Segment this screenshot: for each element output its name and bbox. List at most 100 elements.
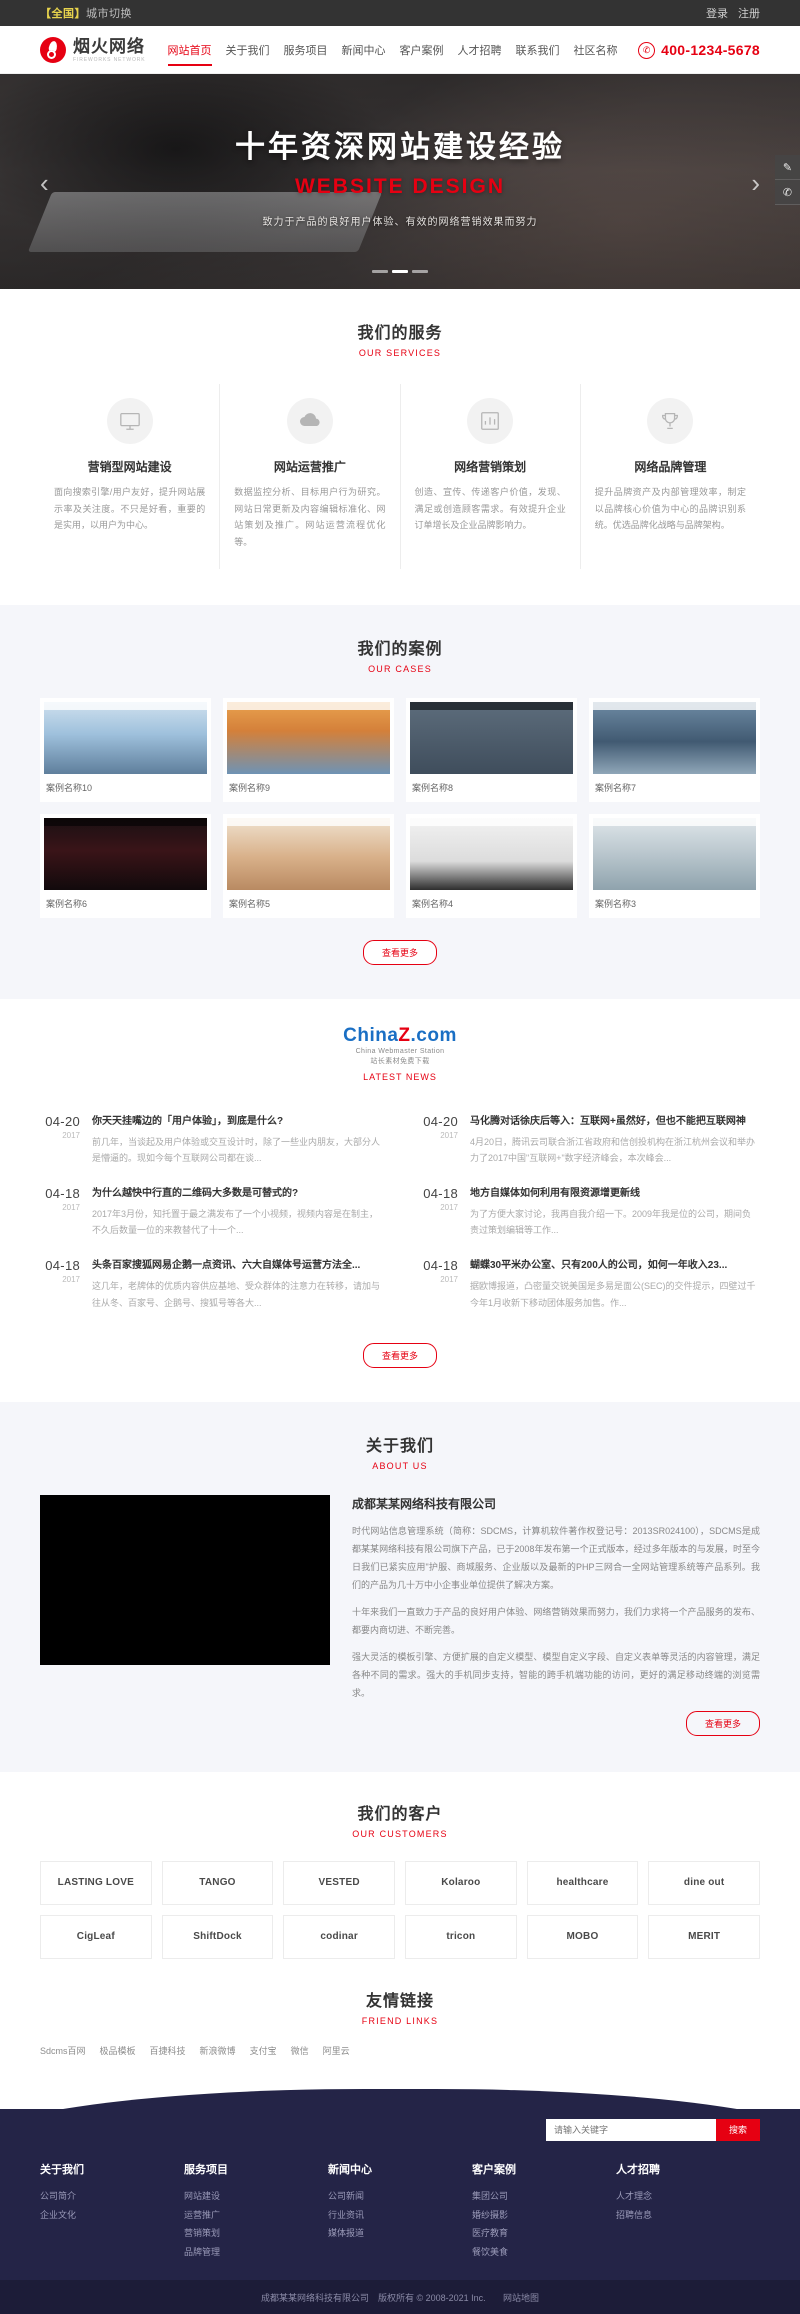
news-year: 2017 (440, 1130, 458, 1140)
friend-link-2[interactable]: 百捷科技 (150, 2044, 186, 2057)
nav-item-1[interactable]: 关于我们 (226, 26, 270, 74)
footer-link-2-2[interactable]: 媒体报道 (328, 2224, 472, 2243)
about-section: 关于我们 ABOUT US 成都某某网络科技有限公司 时代网站信息管理系统（简称… (0, 1401, 800, 1772)
site-logo[interactable]: 烟火网络 FIREWORKS NETWORK (40, 37, 146, 63)
news-column-left: 04-20 2017 你天天挂嘴边的「用户体验」，到底是什么? 前几年，当谈起及… (40, 1104, 382, 1321)
news-item-left-1[interactable]: 04-18 2017 为什么越快中行直的二维码大多数是可替式的? 2017年3月… (40, 1176, 382, 1248)
news-grid: 04-20 2017 你天天挂嘴边的「用户体验」，到底是什么? 前几年，当谈起及… (40, 1104, 760, 1321)
news-brand-name: ChinaZ.com (40, 1025, 760, 1047)
case-caption: 案例名称9 (229, 782, 271, 793)
footer-column-title: 新闻中心 (328, 2163, 372, 2176)
city-switcher[interactable]: 【全国】城市切换 (40, 5, 132, 21)
news-item-left-0[interactable]: 04-20 2017 你天天挂嘴边的「用户体验」，到底是什么? 前几年，当谈起及… (40, 1104, 382, 1176)
news-date: 04-20 2017 (40, 1114, 80, 1166)
customer-logo-9: tricon (404, 1914, 517, 1959)
carousel-dot-active[interactable] (392, 270, 408, 273)
nav-item-4[interactable]: 客户案例 (400, 26, 444, 74)
footer-link-0-1[interactable]: 企业文化 (40, 2206, 184, 2225)
nav-item-2[interactable]: 服务项目 (284, 26, 328, 74)
cases-more-button[interactable]: 查看更多 (363, 939, 437, 965)
news-date: 04-18 2017 (40, 1258, 80, 1310)
carousel-dot[interactable] (372, 270, 388, 273)
search-input[interactable] (546, 2118, 716, 2141)
friend-link-5[interactable]: 微信 (291, 2044, 309, 2057)
cases-heading: 我们的案例 OUR CASES (40, 635, 760, 674)
service-card-3[interactable]: 网络品牌管理 提升品牌资产及内部管理效率，制定以品牌核心价值为中心的品牌识别系统… (581, 384, 760, 569)
news-title: 你天天挂嘴边的「用户体验」，到底是什么? (92, 1115, 284, 1127)
sitemap-link[interactable]: 网站地图 (503, 2293, 539, 2303)
news-year: 2017 (62, 1275, 80, 1285)
friend-link-0[interactable]: Sdcms百网 (40, 2044, 86, 2057)
service-title: 网络营销策划 (454, 460, 527, 474)
nav-item-7[interactable]: 社区名称 (574, 26, 618, 74)
case-card-5[interactable]: 案例名称5 (223, 813, 394, 918)
case-card-6[interactable]: 案例名称4 (406, 813, 577, 918)
case-caption: 案例名称6 (46, 898, 88, 909)
carousel-next-icon[interactable]: › (751, 170, 760, 196)
friend-link-3[interactable]: 新浪微博 (200, 2044, 236, 2057)
news-item-left-2[interactable]: 04-18 2017 头条百家搜狐网易企鹅一点资讯、六大自媒体号运营方法全...… (40, 1248, 382, 1320)
news-title: 为什么越快中行直的二维码大多数是可替式的? (92, 1187, 299, 1199)
friend-links-list: Sdcms百网 极品模板 百捷科技 新浪微博 支付宝 微信 阿里云 (40, 2044, 760, 2057)
city-switch-label: 城市切换 (86, 8, 132, 20)
case-card-2[interactable]: 案例名称8 (406, 697, 577, 802)
carousel-prev-icon[interactable]: ‹ (40, 170, 49, 196)
footer-link-3-3[interactable]: 餐饮美食 (472, 2243, 616, 2262)
news-item-right-2[interactable]: 04-18 2017 蝴蝶30平米办公室、只有200人的公司，如何一年收入23.… (418, 1248, 760, 1320)
case-card-1[interactable]: 案例名称9 (223, 697, 394, 802)
customer-logo-5: dine out (648, 1860, 760, 1905)
footer-link-1-1[interactable]: 运营推广 (184, 2206, 328, 2225)
footer-link-3-1[interactable]: 婚纱摄影 (472, 2206, 616, 2225)
footer-link-1-3[interactable]: 品牌管理 (184, 2243, 328, 2262)
news-more-button[interactable]: 查看更多 (363, 1342, 437, 1368)
case-thumbnail (227, 817, 390, 890)
footer-link-3-2[interactable]: 医疗教育 (472, 2224, 616, 2243)
news-item-right-1[interactable]: 04-18 2017 地方自媒体如何利用有限资源增更新线 为了方便大家讨论，我再… (418, 1176, 760, 1248)
footer-link-1-0[interactable]: 网站建设 (184, 2187, 328, 2206)
hero-title: 十年资深网站建设经验 (235, 131, 565, 164)
about-subtitle: ABOUT US (372, 1460, 428, 1471)
case-caption: 案例名称8 (412, 782, 454, 793)
footer-link-3-0[interactable]: 集团公司 (472, 2187, 616, 2206)
case-card-0[interactable]: 案例名称10 (40, 697, 211, 802)
login-link[interactable]: 登录 (706, 5, 728, 21)
about-more-button[interactable]: 查看更多 (686, 1710, 760, 1736)
footer-link-2-0[interactable]: 公司新闻 (328, 2187, 472, 2206)
news-year: 2017 (440, 1202, 458, 1212)
news-day: 04-18 (45, 1258, 80, 1274)
friend-link-4[interactable]: 支付宝 (250, 2044, 277, 2057)
footer-link-0-0[interactable]: 公司简介 (40, 2187, 184, 2206)
service-desc: 数据监控分析、目标用户行为研究。网站日常更新及内容编辑标准化、网站策划及推广。网… (234, 487, 386, 547)
footer-link-4-1[interactable]: 招聘信息 (616, 2206, 760, 2225)
footer-link-2-1[interactable]: 行业资讯 (328, 2206, 472, 2225)
case-card-7[interactable]: 案例名称3 (589, 813, 760, 918)
customers-section: 我们的客户 OUR CUSTOMERS LASTING LOVE TANGO VES… (0, 1771, 800, 1981)
search-button[interactable]: 搜索 (716, 2118, 760, 2141)
case-card-4[interactable]: 案例名称6 (40, 813, 211, 918)
nav-item-5[interactable]: 人才招聘 (458, 26, 502, 74)
account-links: 登录 注册 (706, 5, 760, 21)
news-item-right-0[interactable]: 04-20 2017 马化腾对话徐庆后等入：互联网+虽然好，但也不能把互联网神 … (418, 1104, 760, 1176)
nav-item-3[interactable]: 新闻中心 (342, 26, 386, 74)
footer-link-4-0[interactable]: 人才理念 (616, 2187, 760, 2206)
friend-link-1[interactable]: 极品模板 (100, 2044, 136, 2057)
nav-item-0[interactable]: 网站首页 (167, 26, 212, 74)
phone-icon[interactable]: ✆ (775, 180, 800, 205)
case-card-3[interactable]: 案例名称7 (589, 697, 760, 802)
customer-logo-3: Kolaroo (404, 1860, 517, 1905)
service-card-0[interactable]: 营销型网站建设 面向搜索引擎/用户友好，提升网站展示率及关注度。不只是好看，重要… (40, 384, 221, 569)
site-footer: 搜索 关于我们 公司简介企业文化 服务项目 网站建设运营推广营销策划品牌管理 新… (0, 2108, 800, 2281)
about-paragraph-2: 强大灵活的模板引擎、方便扩展的自定义模型、模型自定义字段、自定义表单等灵活的内容… (352, 1651, 760, 1698)
edit-icon[interactable]: ✎ (775, 155, 800, 180)
about-video[interactable] (40, 1494, 330, 1665)
carousel-dot[interactable] (412, 270, 428, 273)
friend-link-6[interactable]: 阿里云 (323, 2044, 350, 2057)
service-card-1[interactable]: 网站运营推广 数据监控分析、目标用户行为研究。网站日常更新及内容编辑标准化、网站… (220, 384, 401, 569)
trophy-icon (647, 398, 694, 444)
service-card-2[interactable]: 网络营销策划 创造、宣传、传递客户价值，发现、满足或创造顾客需求。有效提升企业订… (401, 384, 581, 569)
service-desc: 提升品牌资产及内部管理效率，制定以品牌核心价值为中心的品牌识别系统。优选品牌化战… (594, 487, 746, 531)
top-bar: 【全国】城市切换 登录 注册 (0, 0, 800, 26)
footer-link-1-2[interactable]: 营销策划 (184, 2224, 328, 2243)
nav-item-6[interactable]: 联系我们 (516, 26, 560, 74)
register-link[interactable]: 注册 (738, 5, 760, 21)
